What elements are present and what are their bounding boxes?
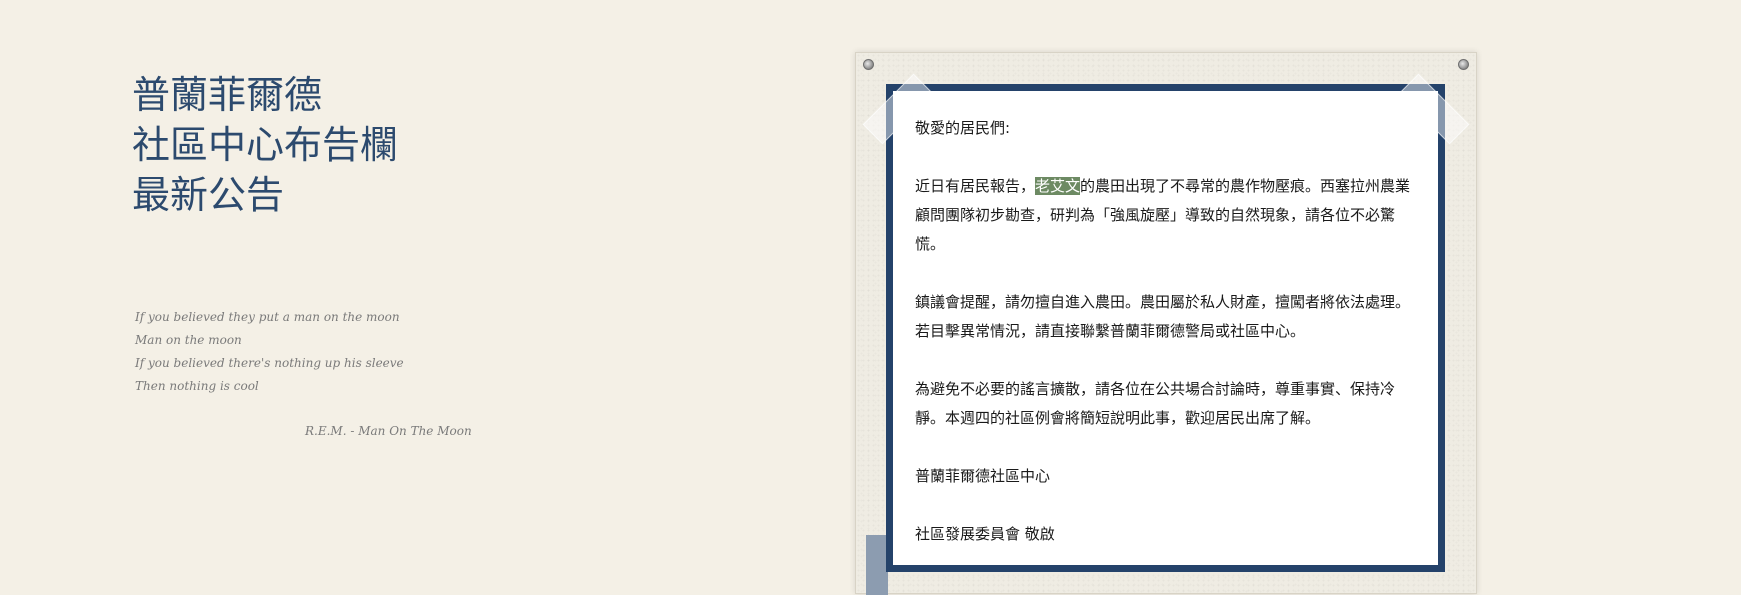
notice-paper: 敬愛的居民們: 近日有居民報告，老艾文的農田出現了不尋常的農作物壓痕。西塞拉州農… (886, 84, 1445, 572)
notice-text: 近日有居民報告， (915, 177, 1036, 195)
pushpin-icon (863, 59, 874, 70)
page-title: 普蘭菲爾德 社區中心布告欄 最新公告 (132, 70, 398, 220)
bulletin-board: 敬愛的居民們: 近日有居民報告，老艾文的農田出現了不尋常的農作物壓痕。西塞拉州農… (855, 52, 1477, 595)
lyric-line: Man on the moon (135, 333, 242, 347)
notice-paragraph-2: 鎮議會提醒，請勿擅自進入農田。農田屬於私人財產，擅闖者將依法處理。若目擊異常情況… (915, 293, 1411, 340)
notice-signature-org: 普蘭菲爾德社區中心 (915, 467, 1051, 485)
lyric-line: If you believed they put a man on the mo… (135, 310, 400, 324)
board-shadow-strip (866, 535, 888, 595)
title-line-3: 最新公告 (132, 173, 285, 217)
pushpin-icon (1458, 59, 1469, 70)
title-line-2: 社區中心布告欄 (132, 123, 399, 167)
lyric-credit: R.E.M. - Man On The Moon (305, 424, 472, 438)
notice-paragraph-3: 為避免不必要的謠言擴散，請各位在公共場合討論時，尊重事實、保持冷靜。本週四的社區… (915, 380, 1396, 427)
lyric-line: If you believed there's nothing up his s… (135, 356, 404, 370)
notice-greeting: 敬愛的居民們: (915, 119, 1011, 137)
title-line-1: 普蘭菲爾德 (132, 73, 323, 117)
notice-body: 敬愛的居民們: 近日有居民報告，老艾文的農田出現了不尋常的農作物壓痕。西塞拉州農… (893, 91, 1438, 549)
highlighted-name[interactable]: 老艾文 (1035, 177, 1081, 195)
lyric-line: Then nothing is cool (135, 379, 259, 393)
notice-paragraph-1: 近日有居民報告，老艾文的農田出現了不尋常的農作物壓痕。西塞拉州農業顧問團隊初步勘… (915, 172, 1416, 259)
lyrics-quote: If you believed they put a man on the mo… (135, 306, 472, 443)
notice-signature-committee: 社區發展委員會 敬啟 (915, 525, 1055, 543)
